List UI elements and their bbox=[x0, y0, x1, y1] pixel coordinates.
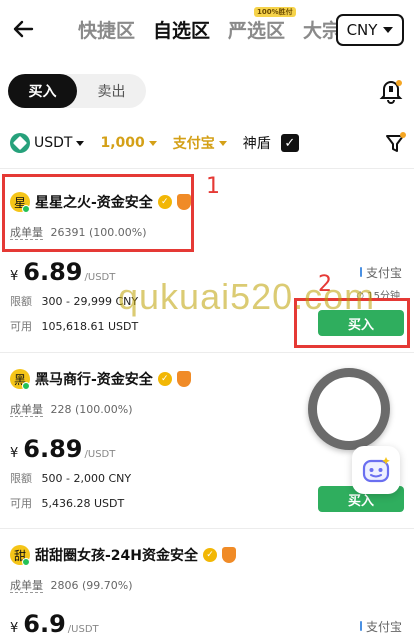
currency-symbol: ¥ bbox=[10, 269, 19, 284]
coin-filter[interactable]: USDT bbox=[10, 133, 85, 153]
caret-down-icon bbox=[218, 140, 227, 146]
limit-row: 限额 500 - 2,000 CNY bbox=[10, 470, 131, 486]
available-value: 105,618.61 USDT bbox=[41, 320, 139, 333]
available-value: 5,436.28 USDT bbox=[41, 497, 125, 510]
price: ¥ 6.9 /USDT bbox=[10, 610, 99, 638]
price: ¥ 6.89 /USDT bbox=[10, 258, 115, 286]
divider bbox=[0, 168, 414, 169]
annotation-number-1: 1 bbox=[206, 174, 220, 199]
robot-icon bbox=[362, 457, 390, 483]
price-unit: /USDT bbox=[84, 449, 116, 460]
merchant-stats: 成单量 228 (100.00%) bbox=[10, 401, 133, 417]
caret-down-icon bbox=[383, 27, 394, 33]
tab-strict-select-label: 严选区 bbox=[228, 20, 286, 42]
merchant-name: 黑马商行-资金安全 bbox=[35, 372, 153, 388]
price-unit: /USDT bbox=[84, 272, 116, 283]
payment-filter[interactable]: 支付宝 bbox=[173, 133, 227, 153]
zone-tabs: 快捷区 自选区 严选区 100%胜付 大宗 bbox=[78, 7, 341, 43]
price-value: 6.89 bbox=[23, 435, 83, 463]
filter-bar: USDT 1,000 支付宝 神盾 ✓ bbox=[10, 130, 406, 156]
merchant-stats: 成单量 2806 (99.70%) bbox=[10, 577, 133, 593]
tab-quick[interactable]: 快捷区 bbox=[78, 16, 135, 43]
available-row: 可用 105,618.61 USDT bbox=[10, 318, 138, 334]
currency-symbol: ¥ bbox=[10, 446, 19, 461]
price: ¥ 6.89 /USDT bbox=[10, 435, 115, 463]
price-unit: /USDT bbox=[67, 624, 99, 635]
avatar: 甜 bbox=[10, 545, 30, 566]
shield-badge-icon bbox=[176, 371, 191, 387]
back-arrow-icon[interactable] bbox=[10, 16, 36, 42]
limit-label: 限额 bbox=[10, 295, 32, 308]
price-value: 6.9 bbox=[23, 610, 66, 638]
watermark: qukuai520.com bbox=[118, 276, 376, 317]
sell-tab[interactable]: 卖出 bbox=[77, 74, 146, 108]
tab-badge: 100%胜付 bbox=[254, 7, 296, 17]
shield-checkbox[interactable]: ✓ bbox=[280, 134, 299, 152]
available-label: 可用 bbox=[10, 497, 32, 510]
usdt-logo-icon bbox=[10, 133, 30, 153]
verified-badge-icon: ✓ bbox=[203, 548, 218, 562]
filter-funnel-icon[interactable] bbox=[384, 132, 406, 154]
top-nav: 快捷区 自选区 严选区 100%胜付 大宗 CNY bbox=[0, 0, 414, 60]
buy-sell-toggle: 买入 卖出 bbox=[8, 74, 146, 108]
merchant-name: 甜甜圈女孩-24H资金安全 bbox=[35, 548, 199, 564]
online-dot-icon bbox=[22, 382, 30, 390]
divider bbox=[0, 352, 414, 353]
avatar: 黑 bbox=[10, 369, 30, 390]
tab-strict-select[interactable]: 严选区 100%胜付 bbox=[228, 7, 296, 43]
limit-label: 限额 bbox=[10, 472, 32, 485]
stats-value: 228 (100.00%) bbox=[50, 403, 133, 416]
payment-filter-label: 支付宝 bbox=[172, 136, 215, 152]
caret-down-icon bbox=[76, 140, 85, 146]
currency-symbol: ¥ bbox=[10, 621, 19, 636]
chat-robot-button[interactable] bbox=[352, 446, 400, 494]
price-value: 6.89 bbox=[23, 258, 83, 286]
merchant-row[interactable]: 甜 甜甜圈女孩-24H资金安全 ✓ bbox=[10, 545, 237, 566]
stats-value: 2806 (99.70%) bbox=[50, 579, 133, 592]
currency-select[interactable]: CNY bbox=[336, 14, 404, 46]
payment-method: 支付宝 bbox=[359, 620, 402, 634]
floating-assistive-button[interactable] bbox=[308, 368, 390, 450]
currency-value: CNY bbox=[346, 21, 378, 39]
amount-filter[interactable]: 1,000 bbox=[100, 135, 157, 151]
order-bell-icon[interactable] bbox=[378, 78, 404, 104]
caret-down-icon bbox=[148, 140, 157, 146]
shield-filter[interactable]: 神盾 ✓ bbox=[243, 133, 299, 153]
available-label: 可用 bbox=[10, 320, 32, 333]
amount-filter-label: 1,000 bbox=[100, 135, 145, 151]
online-dot-icon bbox=[22, 558, 30, 566]
limit-value: 500 - 2,000 CNY bbox=[41, 472, 132, 485]
divider bbox=[0, 528, 414, 529]
verified-badge-icon: ✓ bbox=[157, 372, 172, 386]
annotation-box-1 bbox=[2, 174, 194, 252]
stats-label: 成单量 bbox=[10, 579, 43, 593]
coin-filter-label: USDT bbox=[34, 135, 73, 151]
buy-tab[interactable]: 买入 bbox=[8, 74, 77, 108]
available-row: 可用 5,436.28 USDT bbox=[10, 495, 124, 511]
tab-self-select[interactable]: 自选区 bbox=[153, 16, 210, 43]
shield-badge-icon bbox=[222, 547, 237, 563]
shield-filter-label: 神盾 bbox=[242, 136, 271, 152]
merchant-row[interactable]: 黑 黑马商行-资金安全 ✓ bbox=[10, 369, 191, 390]
stats-label: 成单量 bbox=[10, 403, 43, 417]
